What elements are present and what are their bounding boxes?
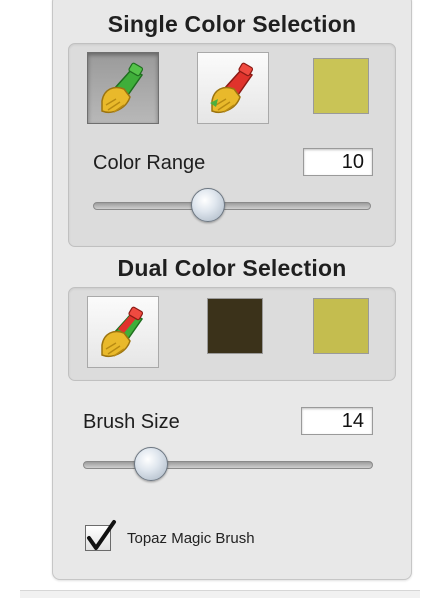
topaz-magic-brush-label[interactable]: Topaz Magic Brush (127, 530, 255, 547)
single-color-selection-title: Single Color Selection (107, 11, 357, 37)
topaz-brush-panel-page: Single Color Selection Color Range 10 Du… (0, 0, 442, 598)
dual-color-swatch-2[interactable] (313, 298, 369, 354)
red-brush-tool-button[interactable] (197, 52, 269, 124)
color-range-slider-track[interactable] (93, 202, 371, 210)
selection-panel: Single Color Selection Color Range 10 Du… (52, 0, 412, 580)
brush-dual-icon (101, 306, 144, 357)
brush-red-icon (210, 62, 254, 113)
single-color-group: Color Range 10 (68, 43, 396, 247)
dual-color-selection-title: Dual Color Selection (117, 255, 347, 281)
color-range-slider-knob[interactable] (190, 188, 225, 222)
dual-color-swatch-1[interactable] (207, 298, 263, 354)
single-color-swatch[interactable] (313, 58, 369, 114)
brush-size-label: Brush Size (83, 411, 180, 433)
brush-size-slider-knob[interactable] (134, 447, 169, 481)
bottom-edge (20, 590, 420, 598)
topaz-magic-brush-checkbox[interactable] (85, 520, 116, 551)
brush-size-slider-track[interactable] (83, 461, 373, 469)
dual-brush-tool-button[interactable] (87, 296, 159, 368)
brush-green-icon (101, 62, 144, 113)
dual-color-group (68, 287, 396, 381)
color-range-label: Color Range (93, 152, 206, 174)
brush-size-value-field[interactable]: 14 (301, 407, 373, 435)
green-brush-tool-button[interactable] (87, 52, 159, 124)
color-range-value-field[interactable]: 10 (303, 148, 373, 176)
checkmark-icon (87, 520, 116, 550)
